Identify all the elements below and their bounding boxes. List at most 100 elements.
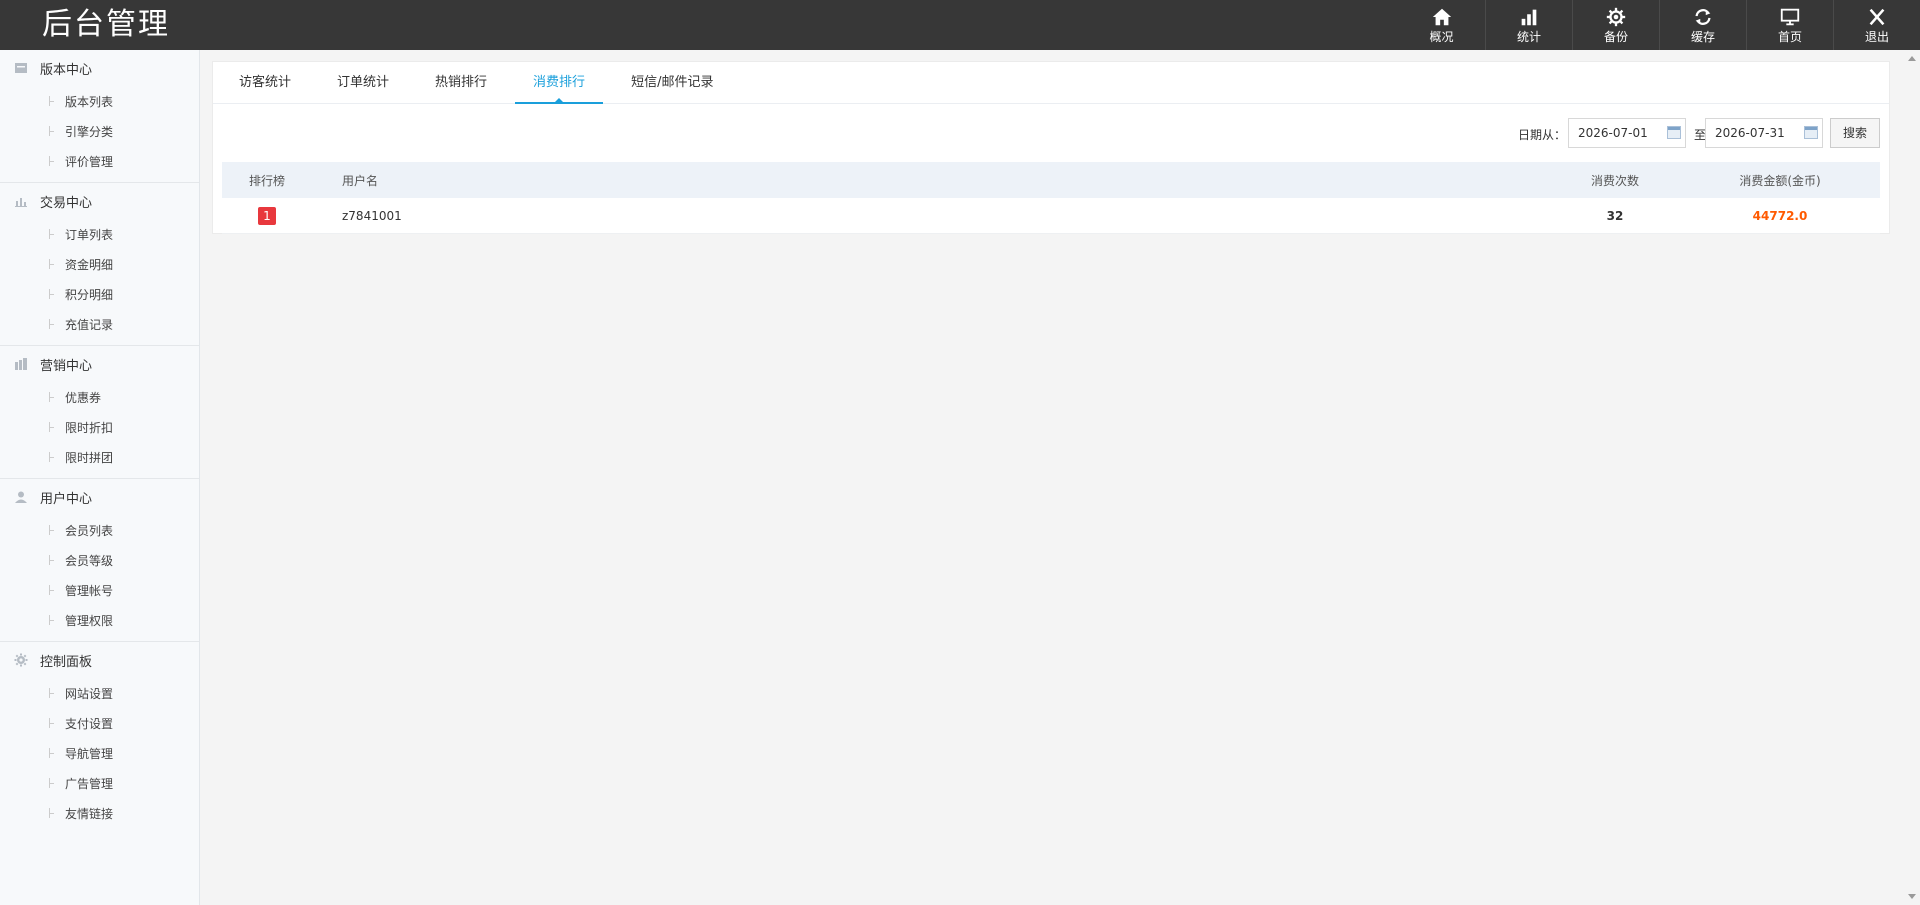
sidebar-item-label: 优惠券 <box>65 390 102 405</box>
sidebar-item[interactable]: 会员列表 <box>0 515 199 545</box>
tab-sms-email-log[interactable]: 短信/邮件记录 <box>613 62 731 104</box>
search-button[interactable]: 搜索 <box>1830 118 1880 148</box>
date-filter: 日期从： 2026-07-01 至 2026-07-31 搜索 <box>213 104 1889 162</box>
sidebar-item-label: 管理权限 <box>65 613 114 628</box>
sidebar-group-head[interactable]: 交易中心 <box>0 183 199 219</box>
sidebar-item-label: 限时折扣 <box>65 420 114 435</box>
col-count: 消费次数 <box>1590 173 1639 188</box>
sidebar-item-label: 订单列表 <box>65 227 114 242</box>
sidebar-group-title: 营销中心 <box>40 358 93 374</box>
tab-spending-ranking[interactable]: 消费排行 <box>515 62 604 104</box>
tab-visitor-stats[interactable]: 访客统计 <box>221 62 309 104</box>
sidebar-item[interactable]: 充值记录 <box>0 309 199 339</box>
rank-badge: 1 <box>258 206 276 225</box>
sidebar-item-label: 支付设置 <box>65 716 114 731</box>
nav-overview[interactable]: 概况 <box>1398 0 1485 50</box>
logo: 后台管理 <box>42 7 170 42</box>
sidebar-item[interactable]: 评价管理 <box>0 146 199 176</box>
rank-cell: 1 <box>222 206 312 225</box>
sidebar-item-label: 友情链接 <box>65 806 114 821</box>
ranking-table: 排行榜 用户名 消费次数 消费金额(金币) 1 z7841001 32 4477… <box>222 162 1880 234</box>
nav-backup[interactable]: 备份 <box>1572 0 1659 50</box>
sidebar-item[interactable]: 网站设置 <box>0 678 199 708</box>
date-to-value: 2026-07-31 <box>1715 126 1785 140</box>
sidebar-item[interactable]: 会员等级 <box>0 545 199 575</box>
nav-logout[interactable]: 退出 <box>1833 0 1920 50</box>
main-panel: 访客统计 订单统计 热销排行 消费排行 短信/邮件记录 日期从： 2026-07… <box>212 61 1890 234</box>
monitor-icon <box>1780 8 1800 26</box>
date-from-value: 2026-07-01 <box>1578 126 1648 140</box>
username-cell: z7841001 <box>342 208 402 223</box>
tab-hot-sales[interactable]: 热销排行 <box>417 62 505 104</box>
sidebar-item-label: 会员列表 <box>65 523 114 538</box>
col-rank: 排行榜 <box>248 173 285 188</box>
sidebar-item-label: 会员等级 <box>65 553 114 568</box>
sidebar-item[interactable]: 订单列表 <box>0 219 199 249</box>
sidebar-item-label: 网站设置 <box>65 686 114 701</box>
sidebar-group-user: 用户中心 会员列表 会员等级 管理帐号 管理权限 <box>0 479 199 642</box>
nav-label: 概况 <box>1429 30 1454 44</box>
sidebar-group-trade: 交易中心 订单列表 资金明细 积分明细 充值记录 <box>0 183 199 346</box>
sidebar-item-label: 管理帐号 <box>65 583 114 598</box>
sidebar-item[interactable]: 优惠券 <box>0 382 199 412</box>
sidebar-group-head[interactable]: 营销中心 <box>0 346 199 382</box>
nav-cache[interactable]: 缓存 <box>1659 0 1746 50</box>
sidebar-item[interactable]: 限时拼团 <box>0 442 199 472</box>
sidebar-group-marketing: 营销中心 优惠券 限时折扣 限时拼团 <box>0 346 199 479</box>
shop-icon <box>15 358 27 370</box>
sidebar-group-head[interactable]: 版本中心 <box>0 50 199 86</box>
sidebar-item[interactable]: 支付设置 <box>0 708 199 738</box>
sidebar-item[interactable]: 积分明细 <box>0 279 199 309</box>
sidebar-item[interactable]: 限时折扣 <box>0 412 199 442</box>
sidebar-item[interactable]: 广告管理 <box>0 768 199 798</box>
nav-label: 备份 <box>1603 30 1628 44</box>
sidebar-group-title: 用户中心 <box>40 491 93 507</box>
sidebar-item[interactable]: 友情链接 <box>0 798 199 828</box>
sidebar-item-label: 评价管理 <box>65 154 114 169</box>
sidebar-group-head[interactable]: 用户中心 <box>0 479 199 515</box>
sidebar-group-version: 版本中心 版本列表 引擎分类 评价管理 <box>0 50 199 183</box>
gear-icon <box>1606 7 1626 27</box>
sidebar-item-label: 资金明细 <box>65 257 114 272</box>
sidebar-item-label: 引擎分类 <box>65 124 114 139</box>
nav-home[interactable]: 首页 <box>1746 0 1833 50</box>
scroll-up-icon[interactable] <box>1908 56 1916 61</box>
table-row: 1 z7841001 32 44772.0 <box>222 198 1880 234</box>
tab-order-stats[interactable]: 订单统计 <box>319 62 407 104</box>
scroll-down-icon[interactable] <box>1908 894 1916 899</box>
sidebar-group-control: 控制面板 网站设置 支付设置 导航管理 广告管理 友情链接 <box>0 642 199 834</box>
home-icon <box>1432 8 1451 26</box>
refresh-icon <box>1695 9 1711 25</box>
sidebar-item[interactable]: 管理帐号 <box>0 575 199 605</box>
sidebar-item-label: 限时拼团 <box>65 450 114 465</box>
vertical-scrollbar[interactable] <box>1903 50 1920 905</box>
folder-icon <box>15 63 27 73</box>
sidebar-item-label: 充值记录 <box>65 317 114 332</box>
sidebar-item-label: 积分明细 <box>65 287 114 302</box>
col-amount: 消费金额(金币) <box>1739 173 1821 188</box>
sidebar-group-title: 控制面板 <box>40 654 93 670</box>
sidebar-item[interactable]: 资金明细 <box>0 249 199 279</box>
date-to-input[interactable]: 2026-07-31 <box>1705 118 1823 148</box>
col-username: 用户名 <box>342 173 379 188</box>
user-icon <box>15 491 27 503</box>
sidebar-group-head[interactable]: 控制面板 <box>0 642 199 678</box>
sidebar-group-title: 版本中心 <box>40 62 93 78</box>
count-cell: 32 <box>1606 208 1624 223</box>
date-from-input[interactable]: 2026-07-01 <box>1568 118 1686 148</box>
nav-label: 统计 <box>1516 30 1541 44</box>
calendar-icon[interactable] <box>1667 126 1681 139</box>
sidebar-group-title: 交易中心 <box>40 195 93 211</box>
sidebar-item[interactable]: 导航管理 <box>0 738 199 768</box>
sidebar-item-label: 版本列表 <box>65 94 114 109</box>
date-from-label: 日期从： <box>1517 128 1566 142</box>
nav-label: 首页 <box>1777 30 1802 44</box>
sidebar-item[interactable]: 版本列表 <box>0 86 199 116</box>
settings-icon <box>14 653 28 667</box>
calendar-icon[interactable] <box>1804 126 1818 139</box>
nav-label: 缓存 <box>1690 30 1715 44</box>
nav-stats[interactable]: 统计 <box>1485 0 1572 50</box>
sidebar-item[interactable]: 引擎分类 <box>0 116 199 146</box>
sidebar-item[interactable]: 管理权限 <box>0 605 199 635</box>
sidebar-item-label: 广告管理 <box>65 776 114 791</box>
